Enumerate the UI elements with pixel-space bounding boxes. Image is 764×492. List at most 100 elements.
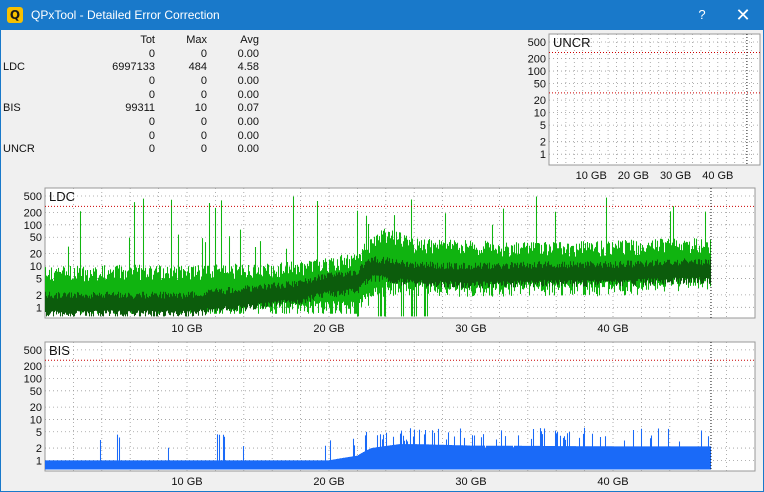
stats-row: 0 0 0.00 bbox=[3, 74, 259, 88]
stat-label: BIS bbox=[3, 102, 21, 115]
stat-label bbox=[3, 115, 61, 129]
stat-avg: 4.58 bbox=[237, 61, 259, 74]
y-tick-label: 200 bbox=[528, 54, 546, 66]
chart-svg: 12 51020 50100200 500 10 GB 20 GB 30 GB 40 GB UN… bbox=[528, 33, 761, 182]
chart-svg: 12 51020 50100200 500 10 GB 20 GB 30 GB 40 GB BI… bbox=[24, 341, 756, 488]
y-tick-label: 2 bbox=[36, 443, 42, 455]
stats-row: 0 0 0.00 bbox=[3, 47, 259, 61]
y-tick-label: 2 bbox=[36, 290, 42, 302]
stat-tot: 0 bbox=[148, 143, 155, 156]
stat-avg: 0.00 bbox=[237, 88, 259, 101]
stat-label bbox=[3, 88, 61, 102]
uncr-chart: 1 2 5 10 20 50 100 200 500 10 GB 20 GB 30 GB 40 GB UN… bbox=[525, 31, 763, 183]
y-tick-label: 10 bbox=[30, 414, 42, 426]
stat-tot: 0 bbox=[148, 115, 155, 128]
stats-header-avg: Avg bbox=[240, 33, 259, 46]
chart-svg: 12 51020 50100200 500 10 GB 20 GB 30 GB 40 GB LD… bbox=[24, 187, 756, 335]
y-tick-label: 5 bbox=[36, 427, 42, 439]
chart-title: UNCR bbox=[553, 35, 591, 50]
stat-tot: 0 bbox=[148, 88, 155, 101]
y-tick-label: 500 bbox=[24, 191, 42, 203]
y-tick-label: 10 bbox=[534, 108, 546, 120]
stat-label bbox=[3, 74, 61, 88]
x-tick-label: 40 GB bbox=[702, 170, 733, 182]
stats-row: UNCR 0 0 0.00 bbox=[3, 143, 259, 157]
stat-max: 0 bbox=[200, 129, 207, 142]
bis-chart: 1 2 5 10 20 50 100 200 500 10 GB 20 GB 30 GB 40 GB BI… bbox=[3, 338, 761, 491]
stats-header-max: Max bbox=[186, 33, 207, 46]
stats-header-label bbox=[3, 33, 61, 47]
qpxtool-app-icon: Q bbox=[7, 7, 23, 23]
stat-avg: 0.00 bbox=[237, 115, 259, 128]
y-tick-label: 20 bbox=[30, 402, 42, 414]
y-tick-label: 5 bbox=[540, 120, 546, 132]
y-tick-label: 20 bbox=[30, 249, 42, 261]
y-tick-label: 1 bbox=[36, 302, 42, 314]
stat-avg: 0.00 bbox=[237, 129, 259, 142]
chart-title: LDC bbox=[49, 189, 75, 204]
stats-row: BIS 99311 10 0.07 bbox=[3, 101, 259, 115]
stat-label: LDC bbox=[3, 61, 26, 74]
x-tick-label: 10 GB bbox=[171, 323, 202, 335]
x-tick-label: 20 GB bbox=[313, 476, 344, 488]
error-statistics-table: Tot Max Avg 0 0 0.00 LDC 6997133 484 4.58 0 0 0.0… bbox=[3, 33, 259, 156]
stat-max: 0 bbox=[200, 47, 207, 60]
window-title: QPxTool - Detailed Error Correction bbox=[31, 8, 220, 22]
y-tick-label: 20 bbox=[534, 95, 546, 107]
x-tick-label: 10 GB bbox=[576, 170, 607, 182]
y-tick-label: 100 bbox=[24, 220, 42, 232]
detailed-error-correction-window: Q QPxTool - Detailed Error Correction ? … bbox=[0, 0, 764, 492]
y-tick-label: 50 bbox=[534, 79, 546, 91]
close-button[interactable]: ✕ bbox=[731, 4, 755, 26]
stat-avg: 0.00 bbox=[237, 74, 259, 87]
stats-row: 0 0 0.00 bbox=[3, 115, 259, 129]
x-tick-label: 30 GB bbox=[455, 323, 486, 335]
stat-max: 10 bbox=[194, 102, 207, 115]
y-tick-label: 200 bbox=[24, 207, 42, 219]
stat-avg: 0.00 bbox=[237, 143, 259, 156]
help-button[interactable]: ? bbox=[690, 4, 714, 26]
y-tick-label: 2 bbox=[540, 137, 546, 149]
plot-area bbox=[548, 33, 761, 166]
stat-tot: 99311 bbox=[125, 102, 155, 115]
x-tick-label: 10 GB bbox=[171, 476, 202, 488]
title-bar[interactable]: Q QPxTool - Detailed Error Correction ? … bbox=[1, 1, 763, 30]
stats-header-row: Tot Max Avg bbox=[3, 33, 259, 47]
y-tick-label: 200 bbox=[24, 361, 42, 373]
stat-avg: 0.00 bbox=[237, 47, 259, 60]
x-tick-label: 30 GB bbox=[455, 476, 486, 488]
y-tick-label: 500 bbox=[528, 37, 546, 49]
stats-row: 0 0 0.00 bbox=[3, 88, 259, 102]
x-tick-label: 30 GB bbox=[660, 170, 691, 182]
stat-max: 484 bbox=[188, 61, 207, 74]
stats-header-tot: Tot bbox=[140, 33, 155, 46]
y-tick-label: 1 bbox=[36, 455, 42, 467]
stat-max: 0 bbox=[200, 88, 207, 101]
chart-title: BIS bbox=[49, 343, 70, 358]
x-tick-label: 40 GB bbox=[597, 323, 628, 335]
y-tick-label: 1 bbox=[540, 149, 546, 161]
y-tick-label: 100 bbox=[24, 374, 42, 386]
stat-max: 0 bbox=[200, 115, 207, 128]
y-tick-label: 50 bbox=[30, 232, 42, 244]
stat-label: UNCR bbox=[3, 143, 35, 156]
stat-label bbox=[3, 129, 61, 143]
y-tick-label: 500 bbox=[24, 345, 42, 357]
stat-label bbox=[3, 47, 61, 61]
ldc-chart: 1 2 5 10 20 50 100 200 500 10 GB 20 GB 30 GB 40 GB LD… bbox=[3, 184, 761, 338]
stats-row: 0 0 0.00 bbox=[3, 129, 259, 143]
y-tick-label: 100 bbox=[528, 66, 546, 78]
y-tick-label: 5 bbox=[36, 273, 42, 285]
stats-row: LDC 6997133 484 4.58 bbox=[3, 60, 259, 74]
stat-max: 0 bbox=[200, 74, 207, 87]
y-tick-label: 50 bbox=[30, 386, 42, 398]
x-tick-label: 40 GB bbox=[597, 476, 628, 488]
y-tick-label: 10 bbox=[30, 261, 42, 273]
x-tick-label: 20 GB bbox=[313, 323, 344, 335]
stat-tot: 0 bbox=[148, 129, 155, 142]
stat-max: 0 bbox=[200, 143, 207, 156]
stat-avg: 0.07 bbox=[237, 102, 259, 115]
stat-tot: 6997133 bbox=[112, 61, 155, 74]
stat-tot: 0 bbox=[148, 47, 155, 60]
stat-tot: 0 bbox=[148, 74, 155, 87]
